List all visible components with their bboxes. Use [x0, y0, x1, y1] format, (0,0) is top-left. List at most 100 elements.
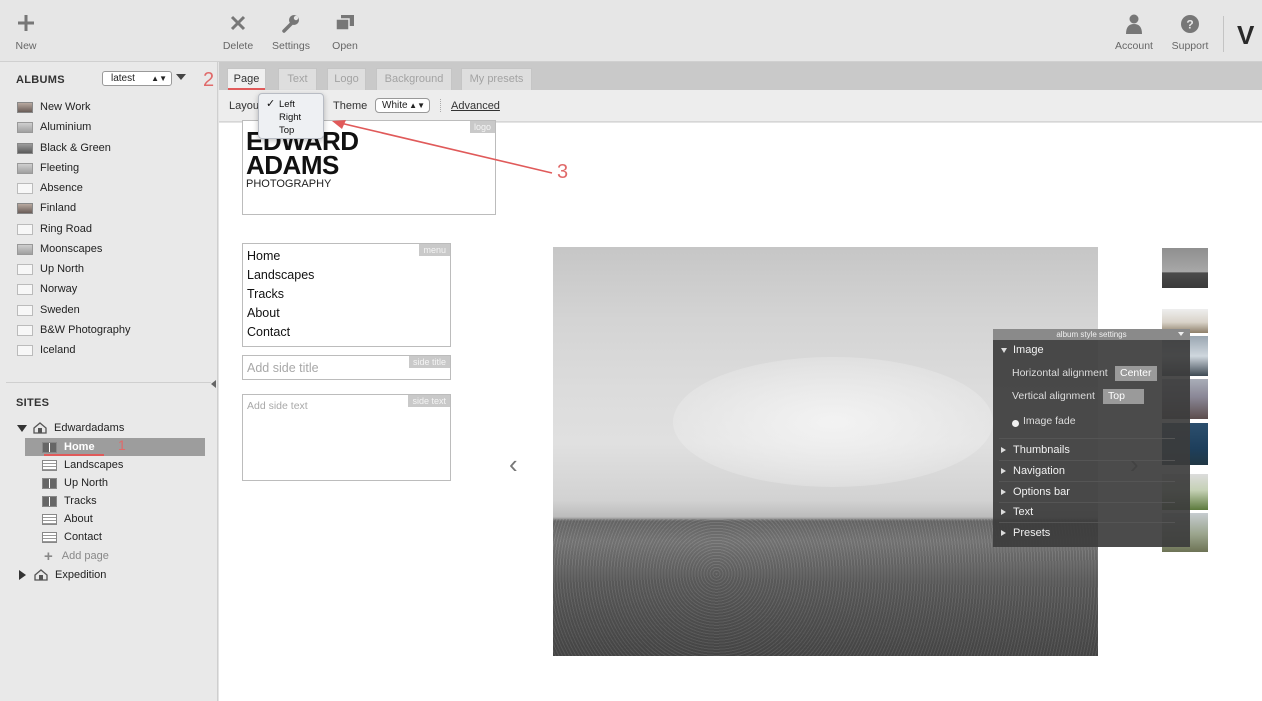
album-label: B&W Photography [40, 324, 131, 336]
image-fade-toggle[interactable] [1012, 420, 1019, 427]
album-thumb-icon [17, 223, 33, 235]
albums-menu-dropdown-icon[interactable] [176, 74, 186, 80]
tab-logo[interactable]: Logo [327, 68, 366, 90]
page-layout-icon [42, 495, 57, 507]
menu-box[interactable]: menu Home Landscapes Tracks About Contac… [242, 243, 451, 347]
tab-text[interactable]: Text [278, 68, 317, 90]
page-layout-icon [42, 513, 57, 525]
prev-image-arrow[interactable]: ‹ [509, 449, 518, 480]
album-item[interactable]: Sweden [17, 301, 80, 319]
add-page-button[interactable]: + Add page [44, 547, 109, 565]
album-thumb-icon [17, 182, 33, 194]
new-label: New [15, 40, 37, 52]
account-label: Account [1115, 40, 1153, 52]
page-layout-icon [42, 459, 57, 471]
panel-divider [999, 438, 1175, 439]
site-item-expedition[interactable]: Expedition [19, 566, 106, 584]
page-item[interactable]: About [42, 510, 93, 528]
album-item[interactable]: Aluminium [17, 118, 91, 136]
section-image[interactable]: Image [1001, 344, 1044, 356]
side-text-placeholder: Add side text [247, 400, 308, 412]
site-label: Expedition [55, 569, 107, 581]
page-layout-icon [42, 477, 57, 489]
open-button[interactable]: Open [330, 14, 360, 52]
side-text-tag: side text [408, 395, 450, 407]
album-item[interactable]: Moonscapes [17, 240, 102, 258]
site-item-edwardadams[interactable]: Edwardadams [17, 419, 124, 437]
menu-item-landscapes[interactable]: Landscapes [247, 268, 314, 282]
section-navigation[interactable]: Navigation [1001, 465, 1065, 477]
tab-background[interactable]: Background [376, 68, 452, 90]
account-button[interactable]: Account [1114, 14, 1154, 52]
horizontal-alignment-label: Horizontal alignment [1012, 367, 1108, 379]
side-text-box[interactable]: side text Add side text [242, 394, 451, 481]
section-label: Text [1013, 506, 1034, 518]
layout-option-top[interactable]: Top [279, 125, 294, 136]
settings-button[interactable]: Settings [271, 14, 311, 52]
album-label: Sweden [40, 304, 80, 316]
horizontal-alignment-button[interactable]: Center [1115, 366, 1157, 381]
page-preview-canvas: logo EDWARD ADAMS PHOTOGRAPHY menu Home … [219, 120, 1262, 701]
album-item[interactable]: New Work [17, 98, 91, 116]
vertical-alignment-label: Vertical alignment [1012, 390, 1095, 402]
menu-item-home[interactable]: Home [247, 249, 280, 263]
page-item[interactable]: Contact [42, 528, 102, 546]
page-item[interactable]: Up North [42, 474, 108, 492]
album-item[interactable]: Iceland [17, 341, 75, 359]
plus-icon [12, 14, 40, 36]
album-item[interactable]: Norway [17, 280, 77, 298]
toolbar-divider [1223, 16, 1224, 52]
page-item[interactable]: Tracks [42, 492, 97, 510]
album-item[interactable]: B&W Photography [17, 321, 131, 339]
album-item[interactable]: Finland [17, 199, 76, 217]
thumbnail-image[interactable] [1162, 248, 1208, 288]
album-thumb-icon [17, 101, 33, 113]
site-label: Edwardadams [54, 422, 125, 434]
album-label: Iceland [40, 344, 76, 356]
albums-sort-select[interactable]: latest ▲▼ [102, 71, 172, 86]
page-label: Landscapes [64, 459, 124, 471]
plus-icon: + [44, 547, 53, 565]
tab-page[interactable]: Page [227, 68, 266, 90]
side-title-box[interactable]: side title Add side title [242, 355, 451, 380]
collapsed-triangle-icon [1001, 489, 1006, 495]
page-item[interactable]: Landscapes [42, 456, 123, 474]
album-item[interactable]: Up North [17, 260, 84, 278]
menu-item-tracks[interactable]: Tracks [247, 287, 284, 301]
album-item[interactable]: Ring Road [17, 220, 92, 238]
section-text[interactable]: Text [1001, 506, 1033, 518]
layout-option-left[interactable]: Left [279, 99, 295, 110]
album-thumb-icon [17, 324, 33, 336]
panel-divider [999, 481, 1175, 482]
menu-item-about[interactable]: About [247, 306, 280, 320]
album-item[interactable]: Fleeting [17, 159, 79, 177]
section-presets[interactable]: Presets [1001, 527, 1050, 539]
side-title-tag: side title [408, 356, 450, 368]
new-button[interactable]: New [12, 14, 40, 52]
sites-heading: SITES [16, 397, 50, 409]
style-panel-header[interactable]: album style settings [993, 329, 1190, 340]
section-options-bar[interactable]: Options bar [1001, 486, 1070, 498]
checkmark-icon: ✓ [266, 98, 276, 110]
collapse-panel-icon[interactable] [1178, 332, 1184, 336]
menu-item-contact[interactable]: Contact [247, 325, 290, 339]
annotation-number-1: 1 [118, 437, 126, 453]
album-label: Moonscapes [40, 243, 103, 255]
album-item[interactable]: Black & Green [17, 139, 111, 157]
section-thumbnails[interactable]: Thumbnails [1001, 444, 1070, 456]
vertical-alignment-button[interactable]: Top [1103, 389, 1144, 404]
delete-button[interactable]: Delete [222, 14, 254, 52]
support-button[interactable]: ? Support [1170, 14, 1210, 52]
album-thumb-icon [17, 243, 33, 255]
sidebar-divider[interactable] [6, 382, 211, 383]
album-item[interactable]: Absence [17, 179, 83, 197]
section-label: Thumbnails [1013, 444, 1070, 456]
album-label: Up North [40, 263, 85, 275]
page-label: Tracks [64, 495, 97, 507]
layout-option-right[interactable]: Right [279, 112, 301, 123]
album-label: New Work [40, 101, 91, 113]
album-thumb-icon [17, 202, 33, 214]
layout-dropdown-menu: ✓ Left Right Top [258, 93, 324, 139]
tab-my-presets[interactable]: My presets [461, 68, 532, 90]
collapse-sidebar-icon[interactable] [211, 380, 216, 388]
